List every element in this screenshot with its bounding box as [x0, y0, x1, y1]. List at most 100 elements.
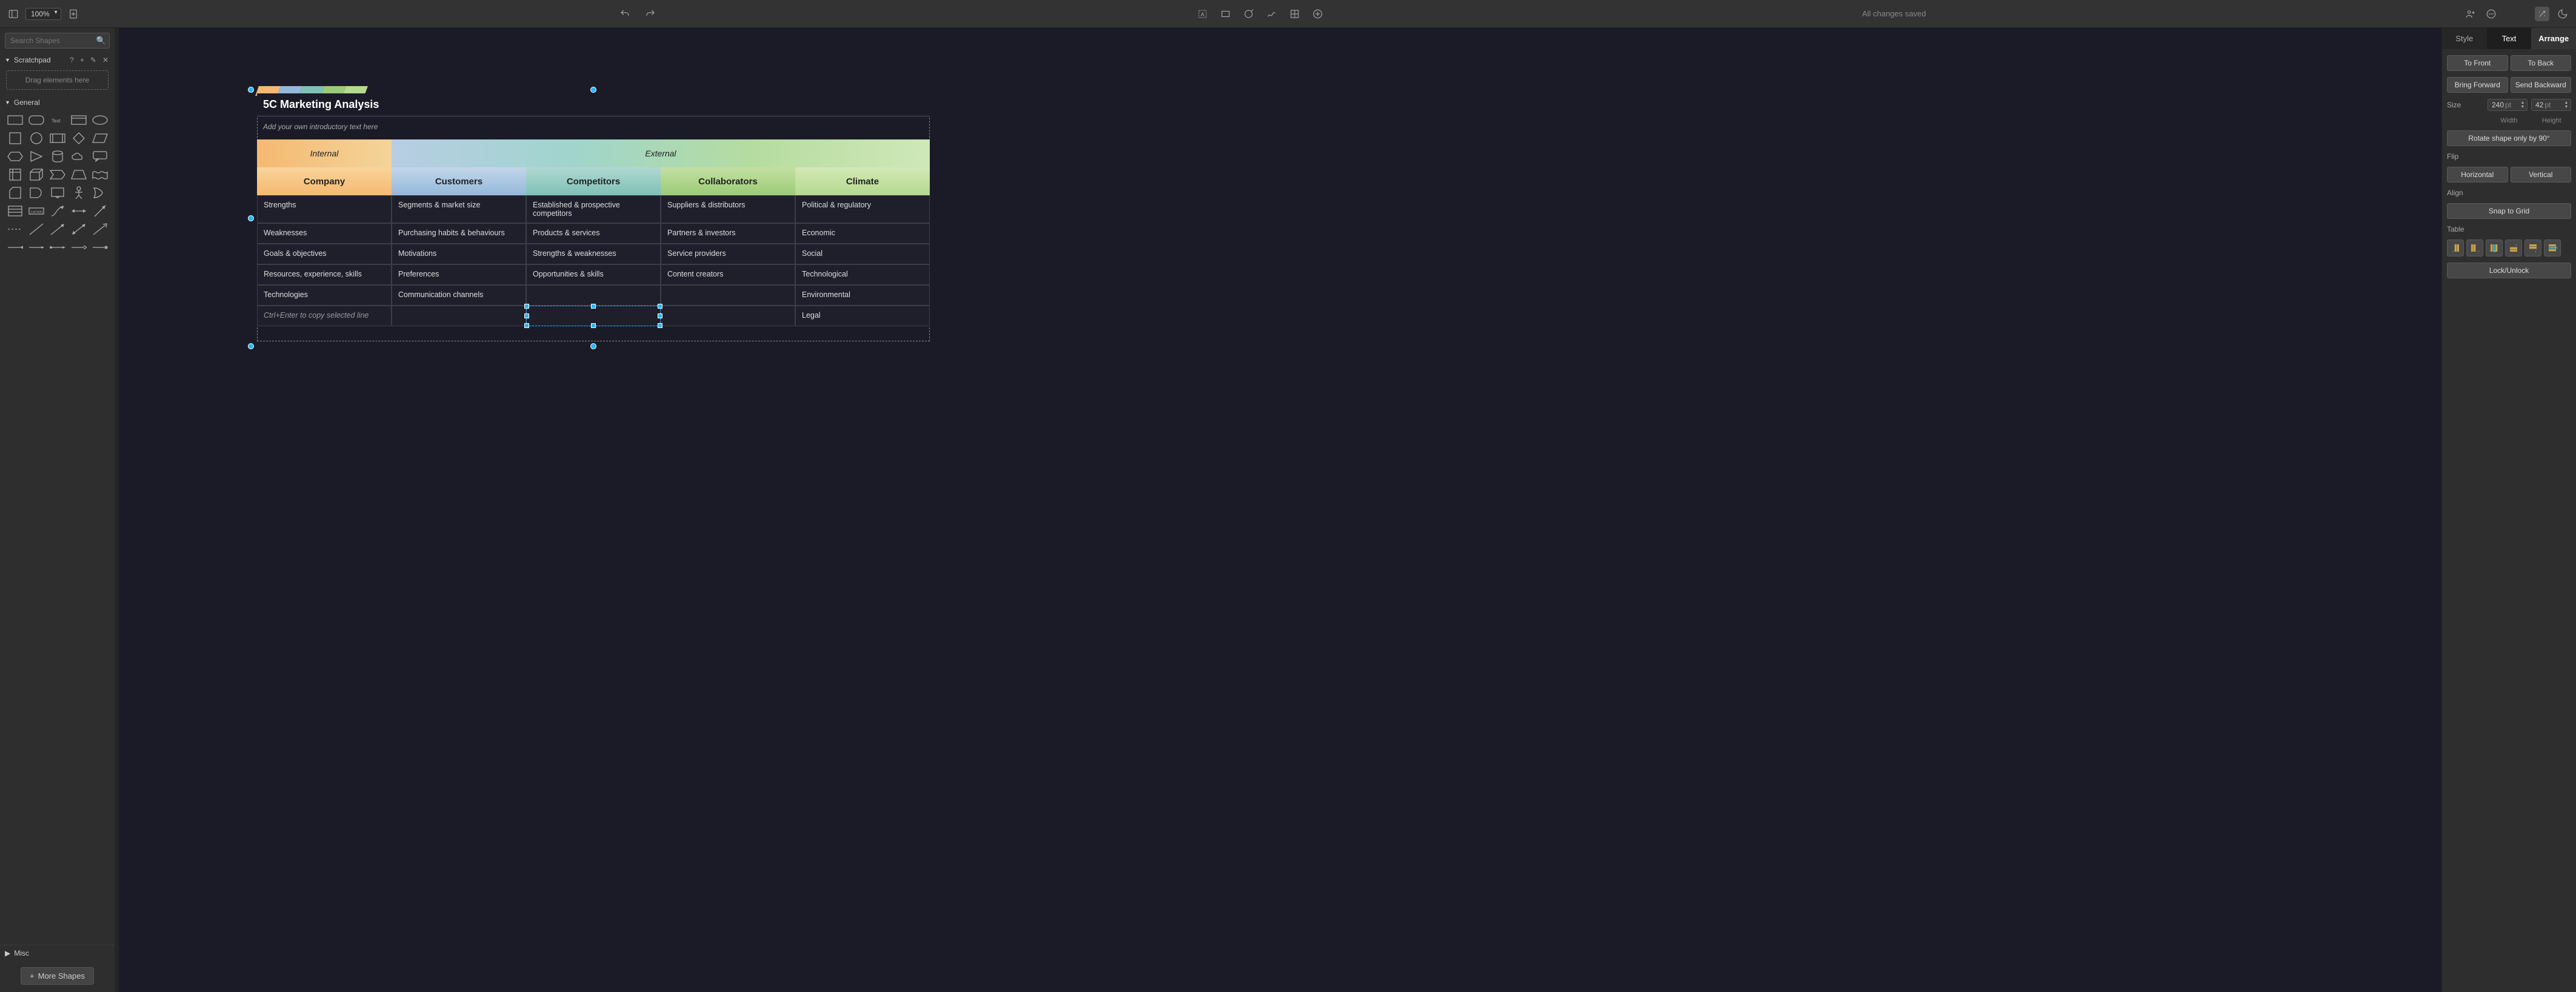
selection-handle[interactable] — [591, 304, 596, 309]
sidebar-toggle-icon[interactable] — [6, 7, 21, 21]
shape-hexagon[interactable] — [6, 149, 24, 164]
table-cell[interactable]: Goals & objectives — [257, 244, 392, 264]
shape-connector-3[interactable] — [48, 240, 66, 255]
table-cell[interactable]: Segments & market size — [392, 195, 526, 223]
shape-triangle[interactable] — [27, 149, 45, 164]
delete-row-icon[interactable]: ✕ — [2544, 240, 2561, 256]
zoom-select[interactable]: 100% — [25, 8, 61, 20]
scratchpad-drop[interactable]: Drag elements here — [6, 70, 108, 90]
col-collaborators[interactable]: Collaborators — [661, 167, 795, 195]
collapse-icon[interactable]: ▼ — [5, 57, 10, 63]
snap-to-grid-button[interactable]: Snap to Grid — [2447, 203, 2571, 219]
share-icon[interactable] — [2463, 7, 2478, 21]
tab-text[interactable]: Text — [2487, 28, 2532, 49]
diagram-title[interactable]: 5C Marketing Analysis — [257, 93, 930, 116]
table-cell[interactable]: Resources, experience, skills — [257, 264, 392, 285]
shape-line-arrow[interactable] — [48, 222, 66, 236]
ellipse-tool-icon[interactable] — [1241, 7, 1256, 21]
table-cell[interactable]: Established & prospective competitors — [526, 195, 661, 223]
rectangle-tool-icon[interactable] — [1218, 7, 1233, 21]
insert-col-right-icon[interactable]: → — [2466, 240, 2483, 256]
stepper-down-icon[interactable]: ▼ — [2520, 105, 2526, 109]
selection-handle[interactable] — [248, 343, 254, 349]
lock-button[interactable]: Lock/Unlock — [2447, 263, 2571, 278]
bring-forward-button[interactable]: Bring Forward — [2447, 77, 2508, 93]
table-cell[interactable] — [526, 285, 661, 306]
table-cell[interactable]: Service providers — [661, 244, 795, 264]
shape-actor[interactable] — [70, 186, 87, 200]
shape-internal-storage[interactable] — [6, 167, 24, 182]
table-cell[interactable]: Economic — [795, 223, 930, 244]
text-tool-icon[interactable]: A — [1195, 7, 1210, 21]
send-backward-button[interactable]: Send Backward — [2511, 77, 2572, 93]
search-input[interactable] — [5, 33, 110, 49]
table-cell[interactable]: Strengths & weaknesses — [526, 244, 661, 264]
table-cell[interactable]: Weaknesses — [257, 223, 392, 244]
shape-tape[interactable] — [91, 167, 108, 182]
shape-connector-2[interactable] — [27, 240, 45, 255]
selection-handle[interactable] — [248, 87, 254, 93]
shape-parallelogram[interactable] — [91, 131, 108, 146]
table-cell[interactable]: Partners & investors — [661, 223, 795, 244]
table-cell[interactable]: Preferences — [392, 264, 526, 285]
table-cell[interactable]: Suppliers & distributors — [661, 195, 795, 223]
header-internal[interactable]: Internal — [257, 139, 392, 167]
col-customers[interactable]: Customers — [392, 167, 526, 195]
shape-curve[interactable] — [48, 204, 66, 218]
selection-handle[interactable] — [591, 323, 596, 328]
selection-handle[interactable] — [524, 313, 529, 318]
stepper-up-icon[interactable]: ▲ — [2520, 101, 2526, 105]
shape-round-rect[interactable] — [27, 113, 45, 127]
canvas[interactable]: 5C Marketing Analysis Add your own intro… — [119, 28, 2441, 992]
shape-list[interactable] — [6, 204, 24, 218]
shape-card[interactable] — [6, 186, 24, 200]
table-cell[interactable] — [392, 306, 526, 326]
misc-header[interactable]: ▶Misc — [0, 945, 115, 961]
insert-row-above-icon[interactable]: ↑ — [2505, 240, 2522, 256]
table-cell[interactable]: Ctrl+Enter to copy selected line — [257, 306, 392, 326]
rotate-button[interactable]: Rotate shape only by 90° — [2447, 130, 2571, 146]
shape-note[interactable] — [48, 186, 66, 200]
general-header[interactable]: ▼ General — [0, 96, 115, 109]
tab-style[interactable]: Style — [2442, 28, 2487, 49]
stepper-down-icon[interactable]: ▼ — [2563, 105, 2569, 109]
comment-icon[interactable] — [2484, 7, 2498, 21]
height-input[interactable]: 42pt▲▼ — [2531, 99, 2571, 111]
add-page-icon[interactable] — [66, 7, 81, 21]
table-cell[interactable] — [661, 285, 795, 306]
shape-callout[interactable] — [91, 149, 108, 164]
selection-handle[interactable] — [658, 323, 662, 328]
table-cell[interactable]: Motivations — [392, 244, 526, 264]
add-icon[interactable]: + — [79, 56, 85, 64]
shape-trapezoid[interactable] — [70, 167, 87, 182]
shape-dashed[interactable] — [6, 222, 24, 236]
theme-toggle-icon[interactable] — [2555, 7, 2570, 21]
collapse-icon[interactable]: ▼ — [5, 99, 10, 106]
shape-connector-5[interactable] — [91, 240, 108, 255]
header-external[interactable]: External — [392, 139, 930, 167]
insert-col-left-icon[interactable]: ← — [2447, 240, 2464, 256]
shape-ellipse[interactable] — [91, 113, 108, 127]
table-cell[interactable]: Political & regulatory — [795, 195, 930, 223]
shape-or[interactable] — [91, 186, 108, 200]
selection-handle[interactable] — [658, 304, 662, 309]
selection-handle[interactable] — [524, 304, 529, 309]
add-shape-icon[interactable] — [1310, 7, 1325, 21]
table-cell[interactable]: Opportunities & skills — [526, 264, 661, 285]
shape-step[interactable] — [48, 167, 66, 182]
shape-line[interactable] — [27, 222, 45, 236]
shape-rect[interactable] — [6, 113, 24, 127]
more-shapes-button[interactable]: +More Shapes — [21, 967, 94, 985]
expand-icon[interactable]: ▶ — [5, 949, 10, 957]
shape-text[interactable]: Text — [48, 113, 66, 127]
table-cell[interactable] — [661, 306, 795, 326]
table-cell[interactable]: Technological — [795, 264, 930, 285]
table-cell[interactable] — [526, 306, 661, 326]
shape-diamond[interactable] — [70, 131, 87, 146]
diagram-intro[interactable]: Add your own introductory text here — [257, 116, 930, 139]
table-tool-icon[interactable] — [1287, 7, 1302, 21]
table-cell[interactable]: Content creators — [661, 264, 795, 285]
shape-textbox[interactable] — [70, 113, 87, 127]
shape-connector-4[interactable] — [70, 240, 87, 255]
shape-list-item[interactable]: List Item — [27, 204, 45, 218]
